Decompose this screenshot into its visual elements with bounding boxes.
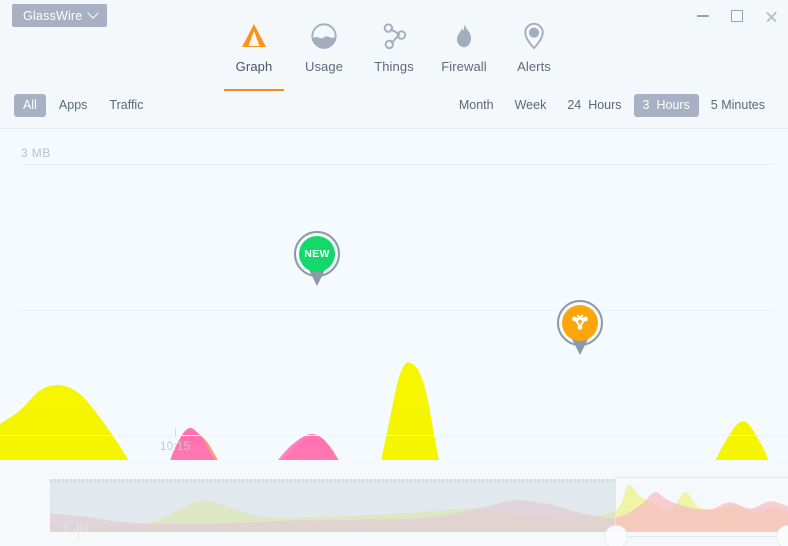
nav-label-firewall: Firewall	[441, 59, 487, 74]
new-marker-disc: NEW	[299, 236, 335, 272]
gridline-mid	[22, 310, 774, 311]
nav-label-usage: Usage	[304, 59, 344, 74]
filter-all[interactable]: All	[14, 94, 46, 117]
new-marker[interactable]: NEW	[294, 231, 340, 287]
x-axis-label-time: 10:15	[160, 441, 191, 453]
usage-circle-icon	[309, 18, 339, 50]
glasswire-window: GlassWire Graph Usage Things Firewall Al…	[0, 0, 788, 546]
gridline-top	[22, 164, 774, 165]
x-axis-tick	[175, 428, 176, 437]
flame-icon	[449, 18, 479, 50]
filter-traffic[interactable]: Traffic	[100, 94, 152, 117]
minimap-axis-label: 8 Jul	[63, 522, 89, 534]
main-nav: Graph Usage Things Firewall Alerts	[0, 18, 788, 91]
alert-pin-icon	[519, 18, 549, 50]
timeline-minimap[interactable]	[0, 461, 788, 546]
timerange-month[interactable]: Month	[450, 94, 503, 117]
things-network-icon	[379, 18, 409, 50]
minimize-icon	[697, 15, 709, 17]
filter-bar: All Apps Traffic Month Week 24 Hours 3 H…	[0, 94, 788, 128]
nav-label-alerts: Alerts	[517, 59, 551, 74]
nav-item-things[interactable]: Things	[359, 18, 429, 91]
things-marker-disc	[562, 305, 598, 341]
series-download-peak-overlay	[170, 427, 338, 460]
timerange-5-minutes[interactable]: 5 Minutes	[702, 94, 774, 117]
traffic-area-chart	[0, 362, 769, 460]
filter-apps[interactable]: Apps	[50, 94, 97, 117]
minimap-dim-overlay	[50, 479, 615, 532]
minimap-selection-window[interactable]	[615, 477, 788, 537]
nav-active-underline	[224, 89, 284, 91]
timerange-24-hours[interactable]: 24 Hours	[558, 94, 630, 117]
things-marker[interactable]	[557, 300, 603, 356]
things-network-icon	[572, 314, 588, 330]
nav-label-things: Things	[374, 59, 414, 74]
filter-group-timerange: Month Week 24 Hours 3 Hours 5 Minutes	[450, 94, 774, 117]
series-upload	[0, 362, 769, 460]
nav-item-firewall[interactable]: Firewall	[429, 18, 499, 91]
filter-group-view: All Apps Traffic	[14, 94, 152, 117]
chevron-down-icon	[87, 7, 100, 19]
nav-item-usage[interactable]: Usage	[289, 18, 359, 91]
traffic-graph[interactable]	[0, 129, 788, 460]
new-marker-label: NEW	[304, 248, 330, 260]
nav-label-graph: Graph	[235, 59, 273, 74]
minimap-dim-top-edge	[50, 479, 615, 482]
graph-peak-icon	[239, 18, 269, 50]
timerange-week[interactable]: Week	[506, 94, 556, 117]
nav-item-alerts[interactable]: Alerts	[499, 18, 569, 91]
minimap-handle-left[interactable]	[604, 525, 628, 546]
timerange-3-hours[interactable]: 3 Hours	[633, 94, 699, 117]
nav-item-graph[interactable]: Graph	[219, 18, 289, 91]
chart-baseline	[0, 435, 788, 436]
y-axis-label-3mb: 3 MB	[21, 146, 51, 160]
